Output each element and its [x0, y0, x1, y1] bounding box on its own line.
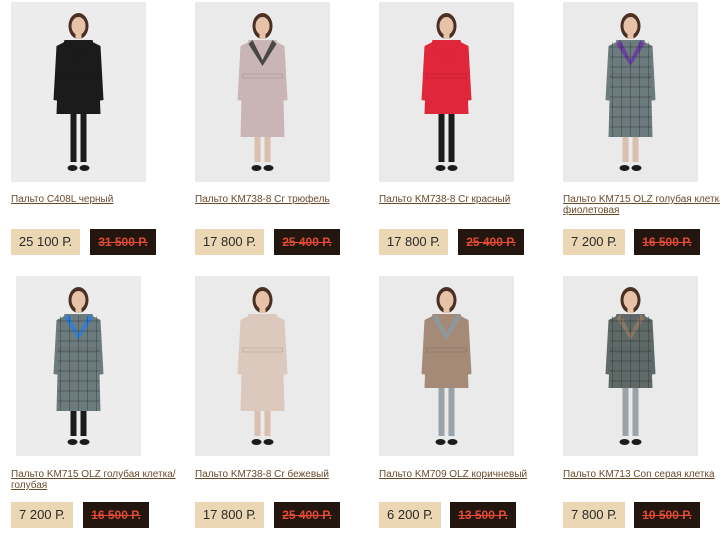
leg [254, 133, 261, 162]
leg [70, 110, 77, 162]
product-photo[interactable] [195, 276, 330, 456]
shoe [67, 439, 78, 445]
leg [448, 384, 455, 436]
product-title-link[interactable]: Пальто C408L черный [11, 194, 176, 205]
shoe [263, 439, 274, 445]
product-title-link[interactable]: Пальто KM738-8 Cr трюфель [195, 194, 360, 205]
product-photo[interactable] [379, 276, 514, 456]
face [71, 17, 86, 35]
shoe [79, 439, 90, 445]
leg [632, 384, 639, 436]
shoe [251, 165, 262, 171]
coat-figure [379, 276, 514, 456]
leg [254, 407, 261, 436]
price-current: 17 800 Р. [379, 229, 448, 255]
price-old: 25 400 Р. [274, 229, 340, 255]
price-old: 13 500 Р. [450, 502, 516, 528]
shoe [435, 165, 446, 171]
shoe [435, 439, 446, 445]
price-current: 7 200 Р. [563, 229, 625, 255]
shoe [251, 439, 262, 445]
face [439, 291, 454, 309]
price-current: 7 200 Р. [11, 502, 73, 528]
price-current: 6 200 Р. [379, 502, 441, 528]
face [71, 291, 86, 309]
price-old: 25 400 Р. [274, 502, 340, 528]
coat-figure [11, 2, 146, 182]
price-current: 17 800 Р. [195, 229, 264, 255]
product-photo[interactable] [379, 2, 514, 182]
product-photo[interactable] [563, 2, 698, 182]
neck [443, 307, 450, 313]
product-title-link[interactable]: Пальто KM709 OLZ коричневый [379, 469, 544, 480]
product-photo[interactable] [563, 276, 698, 456]
face [439, 17, 454, 35]
shoe [619, 439, 630, 445]
shoe [447, 439, 458, 445]
coat-figure [195, 276, 330, 456]
shoe [619, 165, 630, 171]
leg [80, 407, 87, 436]
product-photo[interactable] [16, 276, 141, 456]
leg [622, 133, 629, 162]
price-old: 25 400 Р. [458, 229, 524, 255]
neck [259, 33, 266, 39]
neck [627, 33, 634, 39]
neck [443, 33, 450, 39]
leg [448, 110, 455, 162]
leg [70, 407, 77, 436]
face [623, 17, 638, 35]
neck [627, 307, 634, 313]
face [255, 291, 270, 309]
belt [242, 73, 283, 79]
leg [438, 110, 445, 162]
product-photo[interactable] [195, 2, 330, 182]
leg [264, 133, 271, 162]
product-title-link[interactable]: Пальто KM738-8 Cr бежевый [195, 469, 360, 480]
leg [438, 384, 445, 436]
product-title-link[interactable]: Пальто KM715 OLZ голубая клетка/ голубая [11, 469, 176, 491]
neck [75, 33, 82, 39]
price-old: 31 500 Р. [90, 229, 156, 255]
coat-figure [195, 2, 330, 182]
face [255, 17, 270, 35]
price-current: 25 100 Р. [11, 229, 80, 255]
product-photo[interactable] [11, 2, 146, 182]
shoe [631, 165, 642, 171]
belt [242, 347, 283, 353]
shoe [67, 165, 78, 171]
shoe [79, 165, 90, 171]
shoe [631, 439, 642, 445]
coat-figure [379, 2, 514, 182]
neck [259, 307, 266, 313]
shoe [263, 165, 274, 171]
price-old: 16 500 Р. [634, 229, 700, 255]
belt [58, 73, 99, 79]
product-title-link[interactable]: Пальто KM713 Con серая клетка [563, 469, 720, 480]
belt [426, 347, 467, 353]
price-old: 10 500 Р. [634, 502, 700, 528]
price-current: 7 800 Р. [563, 502, 625, 528]
leg [264, 407, 271, 436]
coat-figure [563, 276, 698, 456]
product-title-link[interactable]: Пальто KM715 OLZ голубая клетка/ фиолето… [563, 194, 720, 216]
leg [80, 110, 87, 162]
shoe [447, 165, 458, 171]
face [623, 291, 638, 309]
price-old: 16 500 Р. [83, 502, 149, 528]
neck [75, 307, 82, 313]
price-current: 17 800 Р. [195, 502, 264, 528]
belt [426, 73, 467, 79]
product-title-link[interactable]: Пальто KM738-8 Cr красный [379, 194, 544, 205]
coat-figure [563, 2, 698, 182]
coat-figure [16, 276, 141, 456]
leg [622, 384, 629, 436]
leg [632, 133, 639, 162]
